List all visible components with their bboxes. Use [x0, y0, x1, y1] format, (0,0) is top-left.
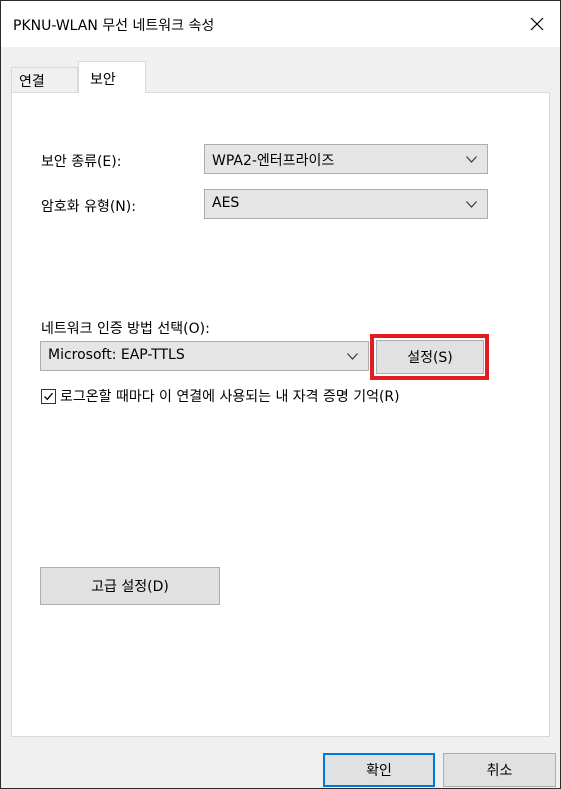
ok-button[interactable]: 확인	[323, 753, 435, 787]
cancel-button-label: 취소	[486, 763, 513, 779]
security-type-select[interactable]: WPA2-엔터프라이즈	[204, 144, 488, 174]
close-icon	[530, 17, 544, 31]
tab-connection[interactable]: 연결	[11, 67, 78, 92]
network-properties-dialog: PKNU-WLAN 무선 네트워크 속성 연결 보안 보안 종류(E): WPA…	[0, 0, 561, 789]
advanced-settings-button-label: 고급 설정(D)	[91, 579, 169, 595]
checkmark-icon	[44, 392, 53, 400]
title-bar: PKNU-WLAN 무선 네트워크 속성	[1, 1, 560, 47]
encryption-type-value: AES	[212, 195, 240, 211]
tab-connection-label: 연결	[19, 74, 45, 90]
remember-credentials-row[interactable]: 로그온할 때마다 이 연결에 사용되는 내 자격 증명 기억(R)	[41, 386, 400, 406]
close-button[interactable]	[514, 1, 560, 47]
auth-method-select[interactable]: Microsoft: EAP-TTLS	[40, 341, 369, 371]
window-title: PKNU-WLAN 무선 네트워크 속성	[13, 18, 215, 34]
chevron-down-icon	[466, 156, 477, 163]
remember-credentials-label: 로그온할 때마다 이 연결에 사용되는 내 자격 증명 기억(R)	[60, 389, 400, 405]
tab-security[interactable]: 보안	[78, 61, 146, 93]
auth-method-label: 네트워크 인증 방법 선택(O):	[41, 321, 210, 337]
advanced-settings-button[interactable]: 고급 설정(D)	[40, 567, 220, 605]
chevron-down-icon	[466, 201, 477, 208]
encryption-type-select[interactable]: AES	[204, 189, 488, 219]
security-type-value: WPA2-엔터프라이즈	[212, 153, 335, 169]
settings-highlight-box	[370, 334, 489, 380]
chevron-down-icon	[347, 353, 358, 360]
security-type-label: 보안 종류(E):	[41, 154, 122, 170]
remember-credentials-checkbox[interactable]	[41, 388, 56, 404]
ok-button-label: 확인	[366, 763, 392, 779]
auth-method-value: Microsoft: EAP-TTLS	[48, 347, 185, 363]
tab-security-label: 보안	[90, 72, 116, 88]
encryption-type-label: 암호화 유형(N):	[41, 199, 136, 215]
cancel-button[interactable]: 취소	[443, 753, 556, 787]
